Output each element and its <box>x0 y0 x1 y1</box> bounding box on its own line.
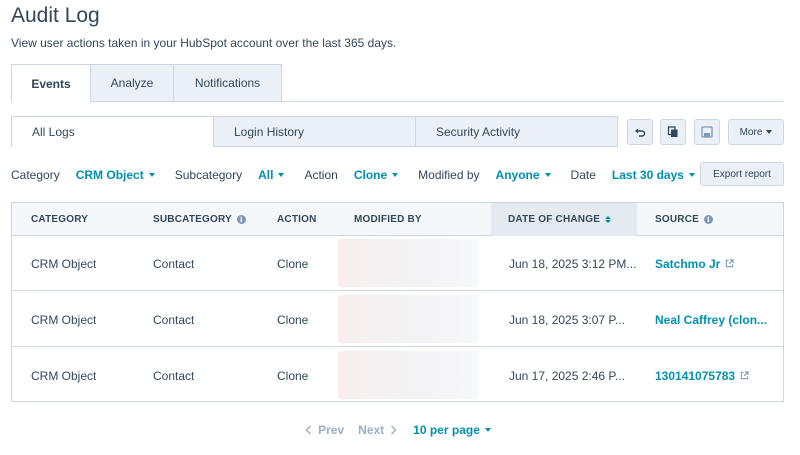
cell-subcategory: Contact <box>153 256 195 271</box>
chevron-down-icon <box>278 173 285 177</box>
column-header-date-of-change[interactable]: DATE OF CHANGE <box>491 203 637 236</box>
per-page-dropdown[interactable]: 10 per page <box>413 423 491 437</box>
column-header-subcategory[interactable]: SUBCATEGORY i <box>153 203 246 236</box>
chevron-down-icon <box>484 428 491 432</box>
info-icon[interactable]: i <box>236 215 246 224</box>
more-label: More <box>739 126 763 138</box>
chevron-down-icon <box>766 130 773 134</box>
chevron-down-icon <box>688 173 695 177</box>
save-view-button[interactable] <box>694 119 720 145</box>
filter-label-action: Action <box>304 168 338 182</box>
pagination: Prev Next 10 per page <box>0 422 800 438</box>
table-row: CRM Object Contact Clone Jun 17, 2025 2:… <box>12 348 783 403</box>
filter-label-category: Category <box>11 168 60 182</box>
subtab-all-logs[interactable]: All Logs <box>11 116 214 147</box>
filter-modified-by-dropdown[interactable]: Anyone <box>496 168 551 182</box>
sub-tabs: All Logs Login History Security Activity <box>11 116 618 147</box>
undo-icon <box>635 128 646 137</box>
table-row: CRM Object Contact Clone Jun 18, 2025 3:… <box>12 236 783 291</box>
filter-modified-by-value: Anyone <box>495 168 540 182</box>
subtab-security-activity[interactable]: Security Activity <box>415 116 618 147</box>
filter-action-dropdown[interactable]: Clone <box>353 168 399 182</box>
cell-category: CRM Object <box>31 256 97 271</box>
redacted-modified-by <box>338 351 479 399</box>
source-link[interactable]: 130141075783 <box>655 348 749 403</box>
filter-category-value: CRM Object <box>75 168 144 182</box>
cell-subcategory: Contact <box>153 312 195 327</box>
prev-page-button[interactable]: Prev <box>305 423 344 437</box>
column-header-source[interactable]: SOURCE i <box>655 203 713 236</box>
main-tabs: Events Analyze Notifications <box>11 64 282 103</box>
filter-label-date: Date <box>570 168 596 182</box>
cell-category: CRM Object <box>31 368 97 383</box>
chevron-down-icon <box>148 173 155 177</box>
next-page-button[interactable]: Next <box>358 423 397 437</box>
column-header-category[interactable]: CATEGORY <box>31 203 88 236</box>
filter-action-value: Clone <box>353 168 388 182</box>
cell-date: Jun 17, 2025 2:46 P... <box>509 368 625 383</box>
filter-subcategory-dropdown[interactable]: All <box>258 168 285 182</box>
cell-action: Clone <box>277 312 309 327</box>
tab-analyze[interactable]: Analyze <box>90 64 174 102</box>
table-row: CRM Object Contact Clone Jun 18, 2025 3:… <box>12 292 783 347</box>
per-page-label: 10 per page <box>413 423 480 437</box>
redacted-modified-by <box>338 239 479 287</box>
column-header-modified-by[interactable]: MODIFIED BY <box>354 203 422 236</box>
tab-events[interactable]: Events <box>11 64 91 103</box>
filter-subcategory-value: All <box>258 168 274 182</box>
page-subtitle: View user actions taken in your HubSpot … <box>11 36 397 50</box>
chevron-left-icon <box>305 425 312 435</box>
sort-icon <box>605 216 612 223</box>
cell-category: CRM Object <box>31 312 97 327</box>
chevron-down-icon <box>392 173 399 177</box>
more-button[interactable]: More <box>728 119 784 145</box>
source-link[interactable]: Neal Caffrey (clon... <box>655 292 767 347</box>
cell-action: Clone <box>277 256 309 271</box>
filter-label-subcategory: Subcategory <box>174 168 243 182</box>
clone-view-button[interactable] <box>660 119 686 145</box>
cell-date: Jun 18, 2025 3:07 P... <box>509 312 625 327</box>
source-link[interactable]: Satchmo Jr <box>655 236 734 291</box>
subtab-login-history[interactable]: Login History <box>213 116 416 147</box>
external-link-icon <box>726 259 734 268</box>
info-icon[interactable]: i <box>703 215 713 224</box>
cell-subcategory: Contact <box>153 368 195 383</box>
save-icon <box>701 126 713 138</box>
copy-icon <box>667 126 678 137</box>
export-report-button[interactable]: Export report <box>700 162 784 186</box>
page-title: Audit Log <box>11 4 100 27</box>
filter-date-dropdown[interactable]: Last 30 days <box>612 168 695 182</box>
table-header: CATEGORY SUBCATEGORY i ACTION MODIFIED BY… <box>12 203 783 236</box>
column-header-action[interactable]: ACTION <box>277 203 317 236</box>
tab-notifications[interactable]: Notifications <box>173 64 282 102</box>
cell-date: Jun 18, 2025 3:12 PM... <box>509 256 637 271</box>
redacted-modified-by <box>338 295 479 343</box>
filter-date-value: Last 30 days <box>611 168 684 182</box>
chevron-right-icon <box>391 425 397 435</box>
filter-bar: Category CRM Object Subcategory All Acti… <box>11 166 715 184</box>
prev-label: Prev <box>318 423 345 437</box>
next-label: Next <box>358 423 385 437</box>
external-link-icon <box>740 371 749 380</box>
filter-category-dropdown[interactable]: CRM Object <box>76 168 155 182</box>
cell-action: Clone <box>277 368 309 383</box>
audit-log-table: CATEGORY SUBCATEGORY i ACTION MODIFIED BY… <box>11 202 784 402</box>
filter-label-modified-by: Modified by <box>418 168 480 182</box>
undo-button[interactable] <box>627 119 653 145</box>
chevron-down-icon <box>544 173 551 177</box>
